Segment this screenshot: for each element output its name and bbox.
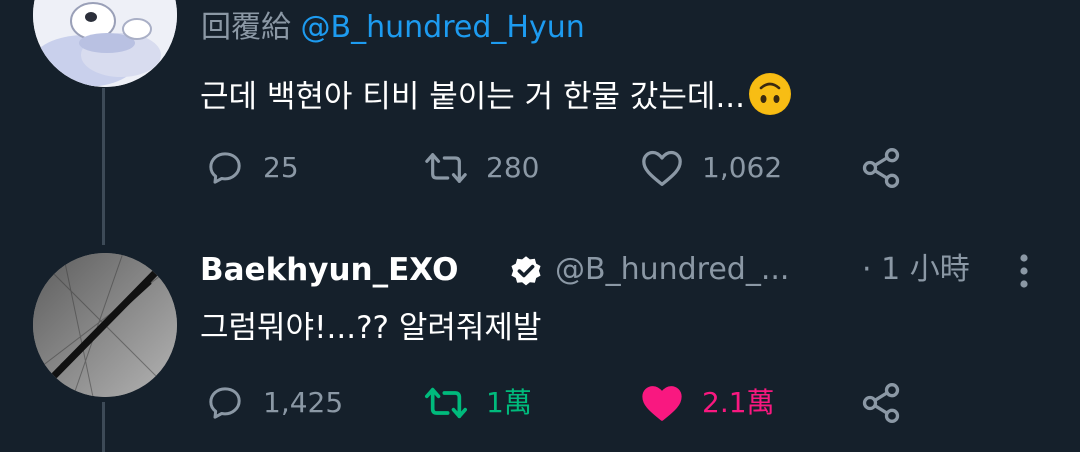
- retweet-count: 280: [486, 151, 540, 184]
- reply-prefix: 回覆給: [201, 10, 291, 45]
- tweet-text-body: 근데 백현아 티비 붙이는 거 한물 갔는데...: [200, 79, 746, 115]
- reply-icon: [209, 387, 241, 419]
- share-button[interactable]: [859, 381, 903, 425]
- tweet-text: 근데 백현아 티비 붙이는 거 한물 갔는데...: [200, 73, 792, 119]
- like-button[interactable]: 1,062: [640, 148, 782, 188]
- timestamp[interactable]: · 1 小時: [862, 248, 970, 292]
- share-button[interactable]: [859, 146, 903, 190]
- avatar[interactable]: [33, 253, 177, 397]
- like-button[interactable]: 2.1萬: [640, 383, 775, 423]
- retweet-count: 1萬: [486, 386, 532, 419]
- username-handle[interactable]: @B_hundred_...: [555, 248, 789, 292]
- avatar[interactable]: [33, 0, 177, 87]
- verified-badge-icon: [508, 254, 544, 290]
- like-icon: [642, 386, 682, 421]
- reply-handle-link[interactable]: @B_hundred_Hyun: [301, 10, 585, 45]
- thread-connector: [102, 88, 105, 245]
- display-name[interactable]: Baekhyun_EXO: [200, 248, 458, 292]
- reply-count: 25: [263, 151, 299, 184]
- share-icon: [862, 148, 900, 188]
- more-icon[interactable]: [1014, 253, 1034, 289]
- retweet-icon: [425, 387, 467, 419]
- share-icon: [862, 383, 900, 423]
- retweet-icon: [425, 153, 467, 183]
- tweet-text: 그럼뭐야!...?? 알려줘제발: [200, 310, 542, 346]
- reply-icon: [209, 152, 241, 184]
- reply-context: 回覆給 @B_hundred_Hyun: [201, 6, 585, 50]
- upside-down-face-icon: [749, 73, 792, 115]
- like-count: 1,062: [702, 151, 783, 184]
- reply-count: 1,425: [263, 386, 344, 419]
- retweet-button[interactable]: 1萬: [424, 383, 532, 423]
- like-count: 2.1萬: [702, 386, 775, 419]
- thread-connector-bottom: [102, 402, 105, 452]
- reply-button[interactable]: 1,425: [205, 383, 343, 423]
- retweet-button[interactable]: 280: [424, 148, 539, 188]
- reply-button[interactable]: 25: [205, 148, 299, 188]
- like-icon: [642, 150, 682, 186]
